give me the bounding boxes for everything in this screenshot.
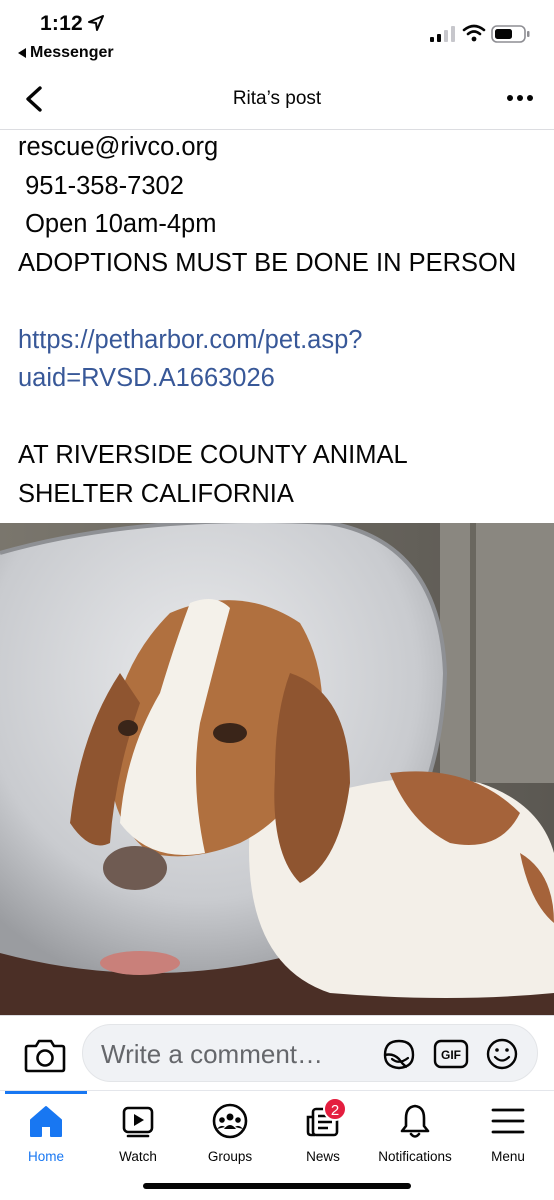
pet-link-line: uaid=RVSD.A1663026: [18, 364, 275, 392]
status-bar: 1:12 Messenger: [0, 0, 554, 70]
home-indicator: [143, 1183, 411, 1189]
post-line: Open 10am-4pm: [18, 210, 217, 238]
post-line: SHELTER CALIFORNIA: [18, 479, 294, 508]
camera-icon[interactable]: [24, 1036, 66, 1074]
comment-bar: Write a comment… GIF: [0, 1015, 554, 1090]
page-title: Rita’s post: [232, 88, 322, 109]
bell-icon: [400, 1104, 430, 1138]
menu-icon: [491, 1108, 525, 1134]
back-app-label: Messenger: [30, 44, 114, 61]
tab-label: Home: [27, 1149, 64, 1164]
post-line: ADOPTIONS MUST BE DONE IN PERSON: [18, 248, 517, 277]
more-options-icon[interactable]: [506, 88, 534, 108]
active-tab-indicator: [5, 1091, 87, 1094]
post-header: Rita’s post: [0, 70, 554, 130]
tab-label: Notifications: [378, 1149, 452, 1164]
dog-photo-illustration: [0, 523, 554, 1015]
sticker-icon[interactable]: [381, 1037, 417, 1071]
status-time: 1:12: [40, 12, 83, 35]
tab-watch[interactable]: Watch: [114, 1101, 162, 1173]
news-badge: 2: [323, 1097, 347, 1121]
tab-home[interactable]: Home: [22, 1101, 70, 1173]
emoji-icon[interactable]: [485, 1037, 519, 1071]
post-line: AT RIVERSIDE COUNTY ANIMAL: [18, 441, 408, 469]
battery-icon: [491, 25, 530, 43]
post-body: rescue@rivco.org 951-358-7302 Open 10am-…: [18, 128, 548, 513]
gif-icon[interactable]: GIF: [433, 1038, 469, 1070]
post-line: rescue@rivco.org: [18, 133, 219, 161]
comment-placeholder: Write a comment…: [101, 1039, 324, 1069]
watch-icon: [122, 1106, 154, 1138]
back-triangle-icon: [18, 48, 26, 58]
tab-label: News: [306, 1149, 340, 1164]
location-arrow-icon: [88, 15, 104, 31]
tab-menu[interactable]: Menu: [484, 1101, 532, 1173]
comment-input[interactable]: Write a comment… GIF: [82, 1024, 538, 1082]
cellular-signal-icon: [430, 26, 455, 42]
post-photo[interactable]: [0, 523, 554, 1015]
groups-icon: [212, 1103, 248, 1139]
tab-notifications[interactable]: Notifications: [372, 1101, 458, 1173]
back-to-app-link[interactable]: Messenger: [18, 44, 114, 62]
tab-news[interactable]: 2 News: [299, 1097, 347, 1173]
tab-label: Menu: [491, 1149, 525, 1164]
pet-link[interactable]: https://petharbor.com/pet.asp? uaid=RVSD…: [18, 321, 548, 398]
tab-label: Groups: [207, 1149, 253, 1164]
pet-link-line: https://petharbor.com/pet.asp?: [18, 325, 363, 354]
post-line: 951-358-7302: [18, 171, 184, 200]
wifi-icon: [462, 24, 486, 42]
gif-label: GIF: [441, 1048, 461, 1062]
tab-label: Watch: [119, 1149, 157, 1164]
tab-groups[interactable]: Groups: [200, 1101, 260, 1173]
home-icon: [30, 1106, 62, 1137]
